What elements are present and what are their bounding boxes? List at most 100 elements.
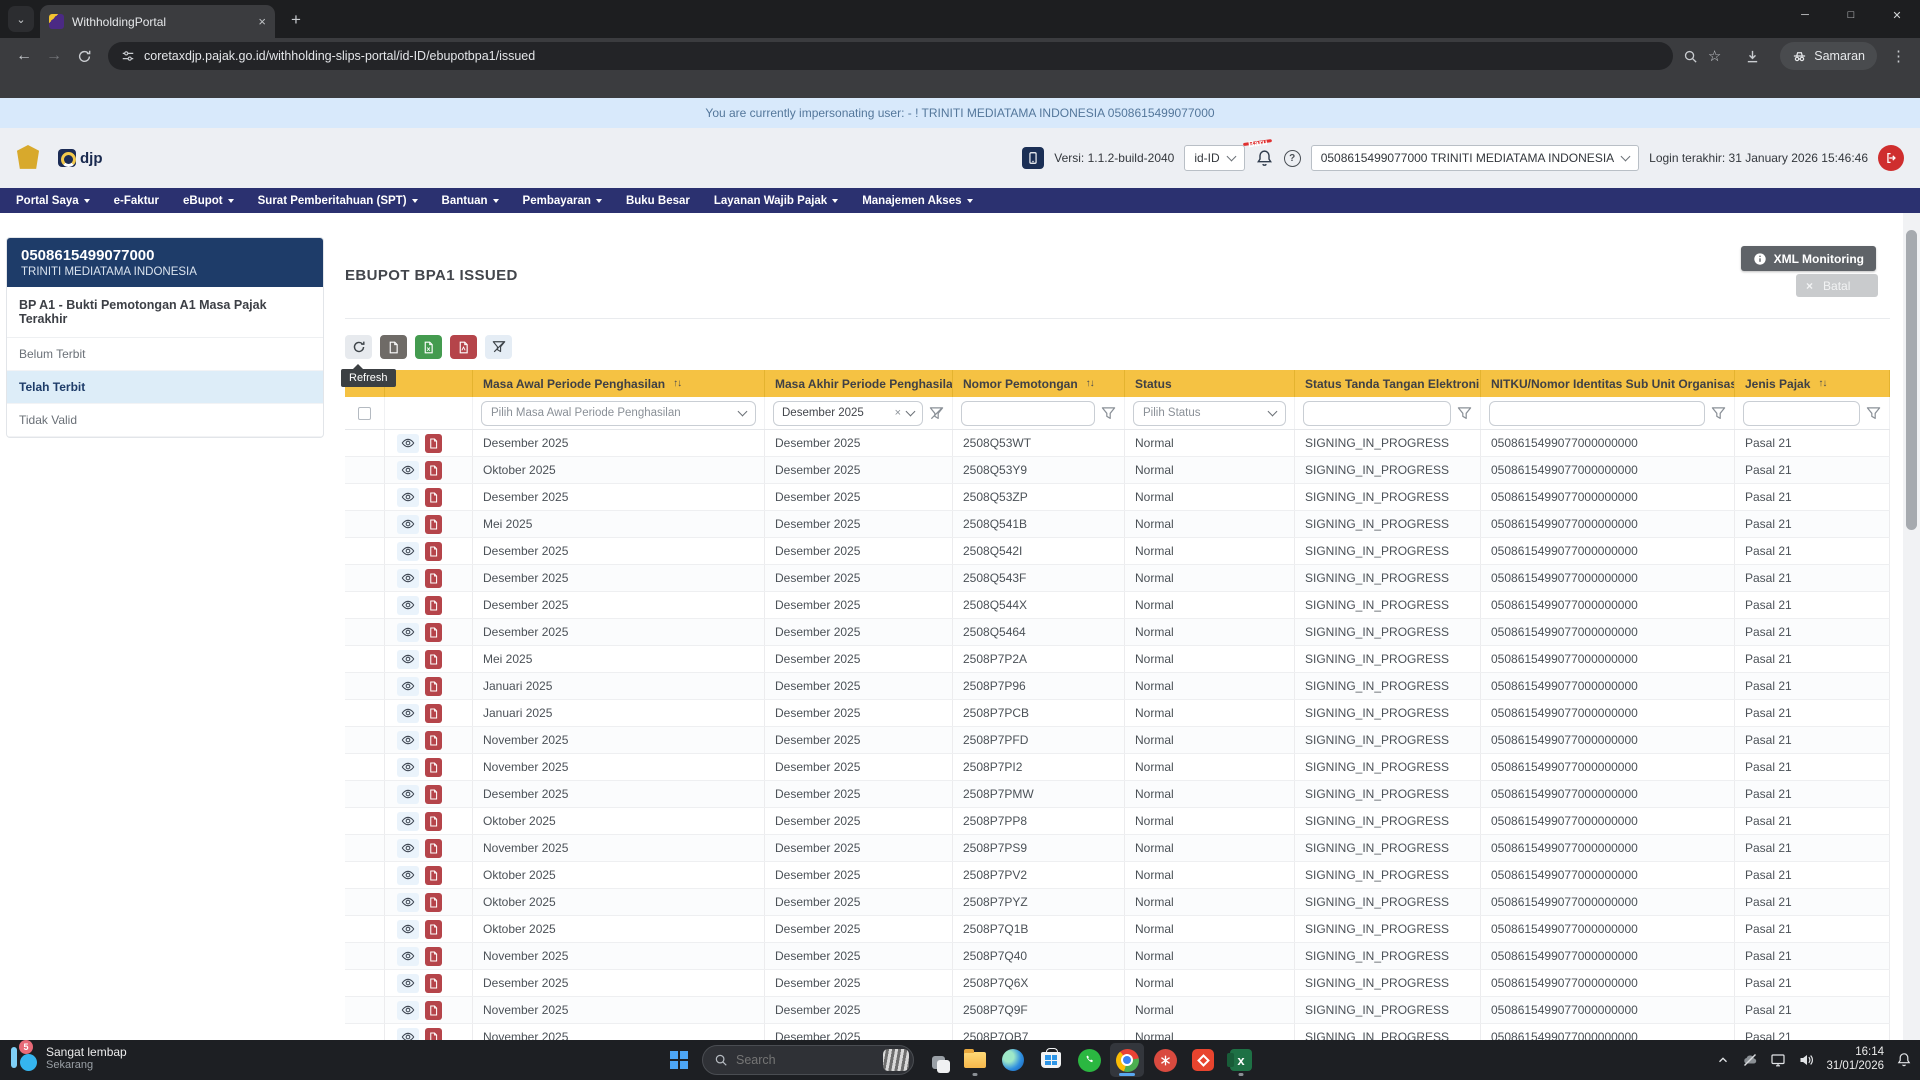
column-header-nitku-nomor-identitas-sub-unit-organisasi[interactable]: NITKU/Nomor Identitas Sub Unit Organisas… xyxy=(1481,370,1735,397)
window-close-button[interactable]: ✕ xyxy=(1874,0,1920,30)
column-header-masa-awal-periode-penghasilan[interactable]: Masa Awal Periode Penghasilan ↑↓ xyxy=(473,370,765,397)
view-button[interactable] xyxy=(397,946,419,966)
view-button[interactable] xyxy=(397,622,419,642)
view-button[interactable] xyxy=(397,973,419,993)
taskbar-app-microsoft-store[interactable] xyxy=(1034,1043,1068,1077)
notification-bell-button[interactable]: Baru xyxy=(1242,136,1274,168)
browser-tab[interactable]: WithholdingPortal × xyxy=(40,5,275,38)
pdf-download-button[interactable] xyxy=(425,487,442,507)
nav-item-portal-saya[interactable]: Portal Saya xyxy=(16,195,90,207)
pdf-download-button[interactable] xyxy=(425,784,442,804)
taskbar-app-file-explorer[interactable] xyxy=(958,1043,992,1077)
start-button[interactable] xyxy=(662,1044,696,1076)
column-header-nomor-pemotongan[interactable]: Nomor Pemotongan ↑↓ xyxy=(953,370,1125,397)
view-button[interactable] xyxy=(397,865,419,885)
profile-button[interactable]: Samaran xyxy=(1780,42,1877,70)
tab-search-button[interactable]: ⌄ xyxy=(8,6,34,32)
pdf-download-button[interactable] xyxy=(425,730,442,750)
view-button[interactable] xyxy=(397,1000,419,1020)
column-header-jenis-pajak[interactable]: Jenis Pajak ↑↓ xyxy=(1735,370,1890,397)
nav-item-e-faktur[interactable]: e-Faktur xyxy=(114,195,159,207)
batal-button[interactable]: × Batal xyxy=(1796,274,1878,297)
scrollbar[interactable] xyxy=(1903,213,1920,1040)
back-button[interactable]: ← xyxy=(10,42,38,70)
masa-akhir-filter-combo[interactable]: Desember 2025 × xyxy=(773,400,923,426)
pdf-download-button[interactable] xyxy=(425,703,442,723)
view-button[interactable] xyxy=(397,514,419,534)
masa-awal-filter-select[interactable]: Pilih Masa Awal Periode Penghasilan xyxy=(481,400,756,426)
pdf-download-button[interactable] xyxy=(425,1000,442,1020)
pdf-download-button[interactable] xyxy=(425,973,442,993)
window-minimize-button[interactable]: ─ xyxy=(1782,0,1828,30)
view-button[interactable] xyxy=(397,676,419,696)
weather-widget[interactable]: 5 Sangat lembap Sekarang xyxy=(10,1040,127,1073)
pdf-download-button[interactable] xyxy=(425,811,442,831)
site-settings-icon[interactable] xyxy=(121,49,135,63)
view-button[interactable] xyxy=(397,487,419,507)
nav-item-layanan-wajib-pajak[interactable]: Layanan Wajib Pajak xyxy=(714,195,839,207)
taskbar-app-red-diamond-app[interactable] xyxy=(1186,1043,1220,1077)
locale-select[interactable]: id-ID xyxy=(1184,145,1245,171)
pdf-download-button[interactable] xyxy=(425,865,442,885)
help-button[interactable]: ? xyxy=(1283,149,1301,167)
pdf-download-button[interactable] xyxy=(425,514,442,534)
new-tab-button[interactable]: + xyxy=(283,7,309,33)
logout-button[interactable] xyxy=(1878,145,1904,171)
view-button[interactable] xyxy=(397,460,419,480)
filter-icon[interactable] xyxy=(1711,406,1726,421)
taxpayer-select[interactable]: 0508615499077000 TRINITI MEDIATAMA INDON… xyxy=(1310,145,1640,171)
refresh-button[interactable] xyxy=(345,335,372,359)
nitku-filter-input[interactable] xyxy=(1489,400,1705,426)
filter-icon[interactable] xyxy=(1101,406,1116,421)
pdf-download-button[interactable] xyxy=(425,433,442,453)
export-excel-button[interactable] xyxy=(415,335,442,359)
pdf-download-button[interactable] xyxy=(425,1027,442,1040)
pdf-download-button[interactable] xyxy=(425,460,442,480)
pdf-download-button[interactable] xyxy=(425,919,442,939)
volume-icon[interactable] xyxy=(1798,1052,1814,1068)
sort-icon[interactable]: ↑↓ xyxy=(1086,378,1095,389)
view-button[interactable] xyxy=(397,892,419,912)
export-pdf-button[interactable] xyxy=(450,335,477,359)
sidebar-item-belum-terbit[interactable]: Belum Terbit xyxy=(7,338,323,371)
mobile-app-icon[interactable] xyxy=(1022,147,1045,169)
tray-chevron-up-icon[interactable] xyxy=(1716,1053,1730,1067)
view-button[interactable] xyxy=(397,703,419,723)
forward-button[interactable]: → xyxy=(40,42,68,70)
network-icon[interactable] xyxy=(1770,1052,1786,1068)
taskbar-app-whatsapp[interactable] xyxy=(1072,1043,1106,1077)
taskbar-app-task-view[interactable] xyxy=(920,1043,954,1077)
status-filter-select[interactable]: Pilih Status xyxy=(1133,400,1286,426)
taskbar-app-edge[interactable] xyxy=(996,1043,1030,1077)
view-button[interactable] xyxy=(397,919,419,939)
ttd-status-filter-input[interactable] xyxy=(1303,400,1451,426)
xml-monitoring-button[interactable]: XML Monitoring xyxy=(1740,246,1876,271)
browser-menu-icon[interactable]: ⋮ xyxy=(1887,47,1910,65)
djp-logo[interactable]: djp xyxy=(58,149,103,167)
onedrive-paused-icon[interactable] xyxy=(1742,1052,1758,1068)
view-button[interactable] xyxy=(397,757,419,777)
nav-item-pembayaran[interactable]: Pembayaran xyxy=(523,195,602,207)
pdf-download-button[interactable] xyxy=(425,757,442,777)
nav-item-manajemen-akses[interactable]: Manajemen Akses xyxy=(862,195,973,207)
view-button[interactable] xyxy=(397,784,419,804)
address-bar[interactable]: coretaxdjp.pajak.go.id/withholding-slips… xyxy=(108,42,1673,70)
nav-item-ebupot[interactable]: eBupot xyxy=(183,195,234,207)
nomor-pemotongan-filter-input[interactable] xyxy=(961,400,1095,426)
taskbar-app-excel[interactable]: x xyxy=(1224,1043,1258,1077)
view-button[interactable] xyxy=(397,1027,419,1040)
view-button[interactable] xyxy=(397,433,419,453)
jenis-pajak-filter-input[interactable] xyxy=(1743,400,1860,426)
tab-close-icon[interactable]: × xyxy=(258,14,266,29)
filter-icon[interactable] xyxy=(1457,406,1472,421)
view-button[interactable] xyxy=(397,568,419,588)
export-csv-button[interactable] xyxy=(380,335,407,359)
pdf-download-button[interactable] xyxy=(425,892,442,912)
taskbar-app-claude[interactable] xyxy=(1148,1043,1182,1077)
taskbar-search[interactable] xyxy=(702,1045,914,1075)
pdf-download-button[interactable] xyxy=(425,838,442,858)
scrollbar-thumb[interactable] xyxy=(1906,230,1917,530)
taskbar-app-chrome[interactable] xyxy=(1110,1043,1144,1077)
sort-icon[interactable]: ↑↓ xyxy=(1818,378,1827,389)
filter-icon[interactable] xyxy=(1866,406,1881,421)
